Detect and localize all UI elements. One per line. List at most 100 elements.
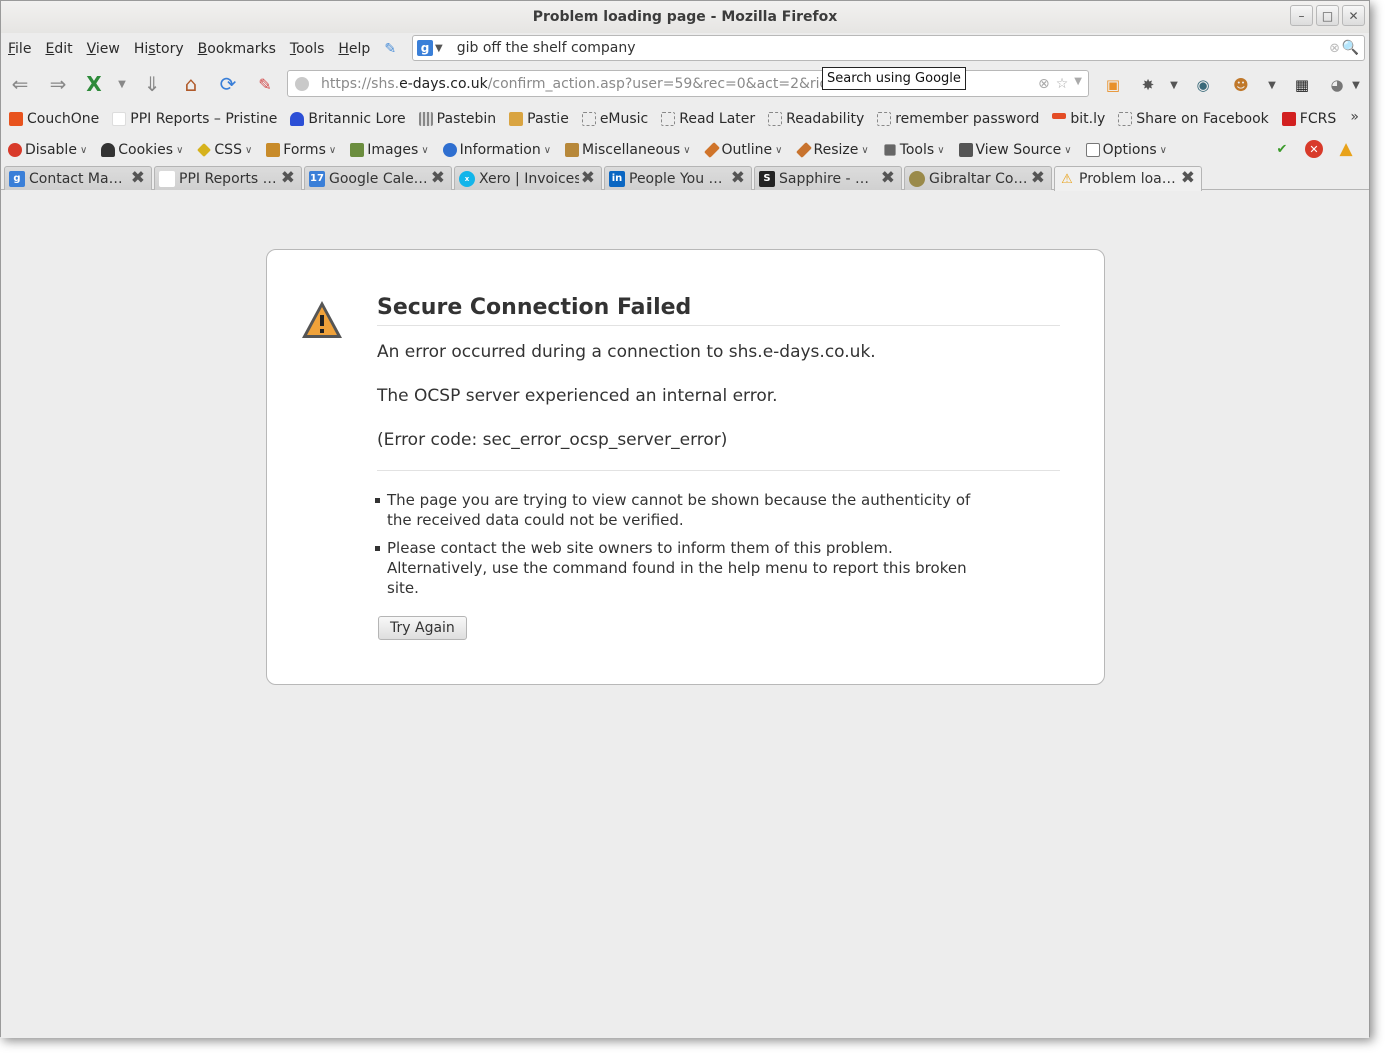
- page-content: Secure Connection Failed An error occurr…: [1, 191, 1369, 1038]
- dev-menu-miscellaneous[interactable]: Miscellaneous ∨: [565, 142, 691, 158]
- bookmark-readability[interactable]: Readability: [768, 111, 864, 127]
- menu-tools[interactable]: Tools: [290, 41, 325, 57]
- clear-url-icon[interactable]: ⊗: [1038, 76, 1050, 92]
- close-tab-icon[interactable]: ✖: [581, 168, 595, 188]
- calendar-icon: 17: [309, 170, 325, 187]
- dev-menu-information[interactable]: Information ∨: [442, 142, 551, 158]
- bookmark-emusic[interactable]: eMusic: [581, 111, 648, 127]
- close-tab-icon[interactable]: ✖: [281, 168, 295, 188]
- js-error-icon[interactable]: ✕: [1305, 140, 1323, 158]
- bookmark-star-icon[interactable]: ☆: [1056, 76, 1069, 92]
- menu-edit[interactable]: Edit: [45, 41, 72, 57]
- try-again-button[interactable]: Try Again: [378, 616, 467, 640]
- menu-history[interactable]: History: [134, 41, 184, 57]
- google-icon: g: [417, 40, 433, 56]
- minimize-button[interactable]: –: [1290, 5, 1313, 26]
- bookmarks-overflow-button[interactable]: »: [1350, 109, 1359, 125]
- dev-menu-forms[interactable]: Forms ∨: [266, 142, 336, 158]
- reload-button[interactable]: ⟳: [215, 71, 241, 97]
- close-window-button[interactable]: ✕: [1342, 5, 1365, 26]
- excel-addon-button[interactable]: X: [81, 71, 107, 97]
- url-history-dropdown-icon[interactable]: ▼: [1074, 76, 1082, 92]
- rss-button[interactable]: ▣: [1101, 73, 1125, 97]
- error-panel: Secure Connection Failed An error occurr…: [266, 249, 1105, 685]
- bookmark-pastie[interactable]: Pastie: [509, 111, 569, 127]
- chevron-down-icon: ▼: [435, 42, 443, 54]
- browser-window: Problem loading page - Mozilla Firefox –…: [0, 0, 1370, 1038]
- bookmark-couchone[interactable]: CouchOne: [9, 111, 99, 127]
- addon-dropdown-button[interactable]: ▼: [109, 71, 135, 97]
- dev-menu-options[interactable]: Options ∨: [1085, 142, 1167, 158]
- firebug-dropdown-button[interactable]: ▼: [1162, 73, 1186, 97]
- resize-icon: [795, 142, 812, 158]
- back-button[interactable]: ⇐: [7, 71, 33, 97]
- search-icon[interactable]: 🔍: [1342, 40, 1359, 56]
- tab-google-calendar[interactable]: 17 Google Cale… ✖: [304, 166, 452, 190]
- download-button[interactable]: ⇓: [139, 71, 165, 97]
- screenshot-button[interactable]: ◉: [1191, 73, 1215, 97]
- chevron-down-icon: ∨: [861, 144, 869, 156]
- dev-menu-view-source[interactable]: View Source ∨: [958, 142, 1072, 158]
- close-tab-icon[interactable]: ✖: [731, 168, 745, 188]
- menu-bar: File Edit View History Bookmarks Tools H…: [1, 41, 396, 57]
- bookmark-remember-password[interactable]: remember password: [877, 111, 1039, 127]
- eraser-icon: ✎: [258, 74, 272, 94]
- forms-icon: [266, 143, 281, 157]
- menu-view[interactable]: View: [87, 41, 120, 57]
- greasemonkey-button[interactable]: ☻: [1229, 73, 1253, 97]
- tab-people-you-may-know[interactable]: in People You … ✖: [604, 166, 752, 190]
- bookmark-fcrs[interactable]: FCRS: [1281, 111, 1336, 127]
- dev-menu-resize[interactable]: Resize ∨: [795, 142, 869, 158]
- bookmark-read-later[interactable]: Read Later: [661, 111, 755, 127]
- tab-contact-manager[interactable]: g Contact Ma… ✖: [4, 166, 152, 190]
- forward-button[interactable]: ⇒: [45, 71, 71, 97]
- eraser-button[interactable]: ✎: [252, 71, 278, 97]
- bookmark-bitly[interactable]: bit.ly: [1052, 111, 1105, 127]
- bookmark-share-on-facebook[interactable]: Share on Facebook: [1118, 111, 1269, 127]
- url-bar[interactable]: https://shs.e-days.co.uk/confirm_action.…: [287, 70, 1089, 97]
- dev-menu-images[interactable]: Images ∨: [350, 142, 429, 158]
- url-input[interactable]: https://shs.e-days.co.uk/confirm_action.…: [321, 76, 867, 92]
- greasemonkey-dropdown-button[interactable]: ▼: [1260, 73, 1284, 97]
- bookmarklet-icon: [768, 112, 783, 126]
- clear-search-icon[interactable]: ⊗: [1329, 41, 1340, 56]
- rss-icon: ▣: [1105, 76, 1121, 94]
- tab-gibraltar[interactable]: Gibraltar Co… ✖: [904, 166, 1052, 190]
- warning-icon[interactable]: ▲: [1337, 139, 1355, 159]
- qr-code-button[interactable]: ▦: [1290, 73, 1314, 97]
- bookmark-pastebin[interactable]: Pastebin: [418, 111, 496, 127]
- dev-menu-disable[interactable]: Disable ∨: [8, 142, 87, 158]
- tab-ppi-reports[interactable]: PPI Reports … ✖: [154, 166, 302, 190]
- dev-menu-css[interactable]: CSS ∨: [197, 142, 252, 158]
- menu-help[interactable]: Help: [338, 41, 370, 57]
- dev-menu-cookies[interactable]: Cookies ∨: [101, 142, 183, 158]
- css-valid-icon[interactable]: ✔: [1273, 140, 1291, 158]
- close-tab-icon[interactable]: ✖: [881, 168, 895, 188]
- tab-sapphire[interactable]: S Sapphire - … ✖: [754, 166, 902, 190]
- dev-menu-tools[interactable]: Tools ∨: [883, 142, 945, 158]
- close-tab-icon[interactable]: ✖: [1031, 168, 1045, 188]
- home-button[interactable]: ⌂: [178, 71, 204, 97]
- close-tab-icon[interactable]: ✖: [431, 168, 445, 188]
- search-engine-selector[interactable]: g ▼: [417, 40, 443, 56]
- tab-xero-invoices[interactable]: x Xero | Invoices ✖: [454, 166, 602, 190]
- window-controls: – □ ✕: [1290, 5, 1365, 26]
- search-input[interactable]: gib off the shelf company: [457, 40, 636, 56]
- eraser-icon[interactable]: ✎: [384, 41, 396, 57]
- firebug-button[interactable]: ✸: [1136, 73, 1160, 97]
- bookmark-britannic-lore[interactable]: Britannic Lore: [290, 111, 406, 127]
- menu-bookmarks[interactable]: Bookmarks: [198, 41, 276, 57]
- bookmark-ppi-reports[interactable]: PPI Reports – Pristine: [112, 111, 277, 127]
- dev-menu-outline[interactable]: Outline ∨: [703, 142, 783, 158]
- search-bar[interactable]: g ▼ gib off the shelf company ⊗ 🔍: [412, 35, 1365, 61]
- bookmarklet-icon: [581, 112, 596, 126]
- menu-file[interactable]: File: [8, 41, 31, 57]
- maximize-button[interactable]: □: [1316, 5, 1339, 26]
- gibraltar-icon: [909, 170, 925, 187]
- close-tab-icon[interactable]: ✖: [1181, 168, 1195, 188]
- status-dropdown-button[interactable]: ▼: [1344, 73, 1368, 97]
- error-code: (Error code: sec_error_ocsp_server_error…: [377, 430, 728, 450]
- tab-problem-loading[interactable]: ⚠ Problem loa… ✖: [1054, 166, 1202, 191]
- close-tab-icon[interactable]: ✖: [131, 168, 145, 188]
- chevron-down-icon: ∨: [328, 144, 337, 156]
